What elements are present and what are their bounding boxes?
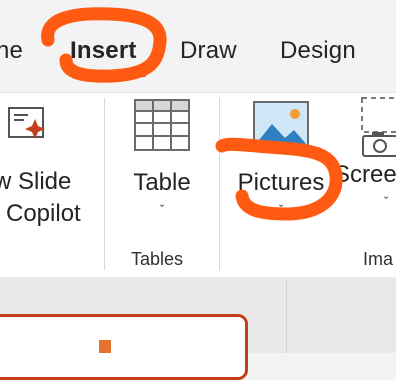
slide-thumbnail[interactable] <box>0 314 248 380</box>
tab-draw[interactable]: Draw <box>180 34 237 68</box>
table-label: Table <box>133 169 191 196</box>
new-slide-copilot-button[interactable]: w Slide Copilot <box>0 105 100 230</box>
chevron-down-icon[interactable]: ˇ <box>160 203 164 217</box>
new-slide-sparkle-icon <box>8 105 48 152</box>
screenshot-button[interactable]: Scree ˇ <box>334 96 396 209</box>
ribbon-tab-bar: ne Insert Draw Design <box>0 0 396 92</box>
active-tab-indicator <box>74 73 146 77</box>
new-slide-label-line2: Copilot <box>6 200 81 227</box>
chevron-down-icon[interactable]: ˇ <box>384 195 388 209</box>
pictures-label: Pictures <box>237 169 325 196</box>
tab-home[interactable]: ne <box>0 34 23 68</box>
tab-insert[interactable]: Insert <box>70 34 137 68</box>
tables-group-label: Tables <box>131 249 184 269</box>
chevron-down-icon[interactable]: ˇ <box>279 203 283 217</box>
table-button[interactable]: Table ˇ <box>122 98 202 217</box>
screenshot-label: Scree <box>334 161 396 188</box>
table-grid-icon <box>133 98 191 157</box>
new-slide-label: w Slide <box>0 168 72 195</box>
landscape-picture-icon <box>252 100 310 153</box>
group-separator <box>219 98 220 270</box>
tab-design[interactable]: Design <box>280 34 356 68</box>
pane-divider[interactable] <box>286 280 287 353</box>
group-separator <box>104 98 105 270</box>
pictures-button[interactable]: Pictures ˇ <box>236 100 326 217</box>
slide-content-mark <box>99 340 111 353</box>
images-group-label: Ima <box>363 249 394 269</box>
camera-screenshot-icon <box>360 96 396 163</box>
